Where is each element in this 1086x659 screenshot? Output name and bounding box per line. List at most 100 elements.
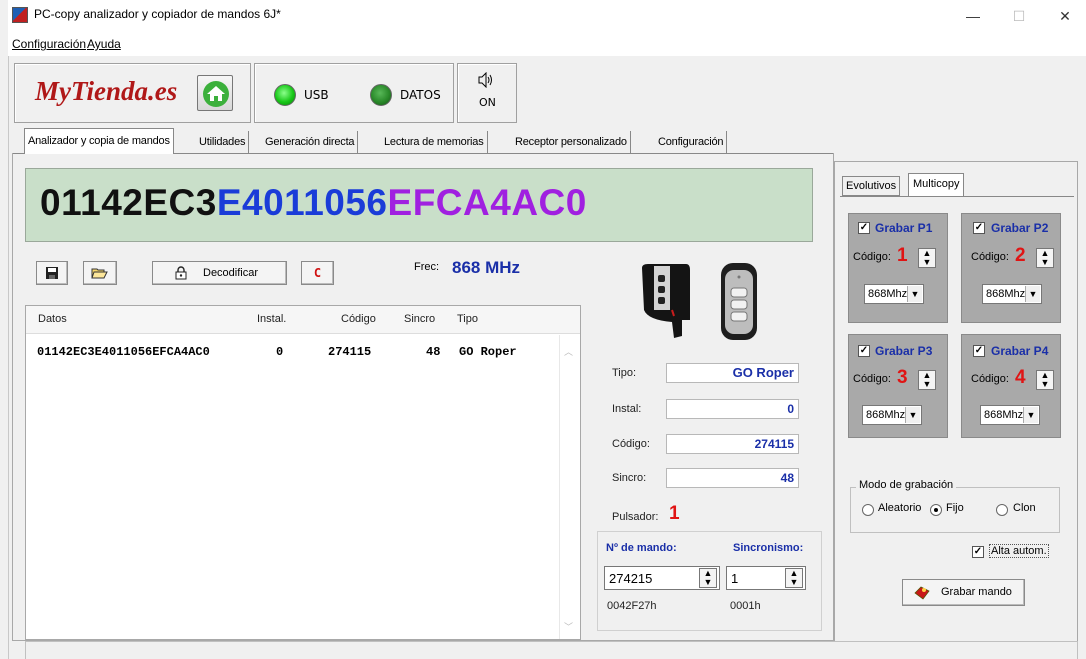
sincronismo-spinner-icon[interactable]: ▲ ▼ xyxy=(785,568,803,588)
sincronismo-input[interactable]: 1 ▲ ▼ xyxy=(726,566,806,590)
tab-analizador[interactable]: Analizador y copia de mandos xyxy=(24,128,174,154)
cell-codigo: 274115 xyxy=(328,345,372,359)
minimize-button[interactable]: — xyxy=(950,0,996,32)
clon-label: Clon xyxy=(1013,502,1036,514)
freq-p2-select[interactable]: 868Mhz ▼ xyxy=(982,284,1042,304)
radio-aleatorio[interactable] xyxy=(862,504,874,516)
lock-icon xyxy=(175,266,187,283)
speaker-icon xyxy=(477,71,495,91)
home-button[interactable] xyxy=(197,75,233,111)
code-display: 01142EC3E4011056EFCA4AC0 xyxy=(25,168,813,242)
col-header-tipo[interactable]: Tipo xyxy=(457,313,478,325)
close-button[interactable]: ✕ xyxy=(1042,0,1086,32)
col-header-instal[interactable]: Instal. xyxy=(257,313,286,325)
codigo-p1-label: Código: xyxy=(853,251,891,263)
freq-value: 868 MHz xyxy=(452,258,521,277)
codigo-p2-label: Código: xyxy=(971,251,1009,263)
menu-configuracion[interactable]: Configuración xyxy=(12,37,86,51)
menu-ayuda[interactable]: Ayuda xyxy=(87,37,121,51)
chevron-down-icon: ▼ xyxy=(907,286,922,302)
cell-sincro: 48 xyxy=(426,345,441,359)
record-icon xyxy=(913,585,931,604)
grabar-p2-checkbox[interactable]: ✓ xyxy=(973,222,985,234)
clear-button[interactable]: C xyxy=(301,261,334,285)
folder-open-icon xyxy=(91,268,108,279)
modo-title: Modo de grabación xyxy=(856,479,957,491)
codigo-p1-spinner-icon[interactable]: ▲ ▼ xyxy=(918,248,936,268)
decodificar-label: Decodificar xyxy=(203,267,259,279)
col-header-datos[interactable]: Datos xyxy=(38,313,67,325)
remote-image-grey xyxy=(719,262,759,345)
chevron-down-icon: ▼ xyxy=(1025,286,1040,302)
datos-label: DATOS xyxy=(400,88,441,102)
window-title: PC-copy analizador y copiador de mandos … xyxy=(34,7,281,21)
sincronismo-label: Sincronismo: xyxy=(733,542,804,554)
num-mando-input[interactable]: 274215 ▲ ▼ xyxy=(604,566,720,590)
cell-datos: 01142EC3E4011056EFCA4AC0 xyxy=(37,345,210,359)
grabar-p4-checkbox[interactable]: ✓ xyxy=(973,345,985,357)
codigo-p3-spinner-icon[interactable]: ▲ ▼ xyxy=(918,370,936,390)
decodificar-button[interactable]: Decodificar xyxy=(152,261,287,285)
codigo-p1-value: 1 xyxy=(897,245,908,266)
grabar-p1-checkbox[interactable]: ✓ xyxy=(858,222,870,234)
pulsador-value: 1 xyxy=(669,503,680,524)
tab-evolutivos[interactable]: Evolutivos xyxy=(842,176,901,196)
app-icon xyxy=(12,7,28,23)
alta-autom-checkbox[interactable]: ✓ xyxy=(972,546,984,558)
codigo-field: 274115 xyxy=(666,434,799,454)
status-bar xyxy=(25,641,1078,659)
tab-configuracion[interactable]: Configuración xyxy=(655,131,728,153)
grabar-p1-label: Grabar P1 xyxy=(875,221,933,235)
pulsador-label: Pulsador: xyxy=(612,511,659,523)
freq-label: Frec: xyxy=(414,261,440,273)
grabar-p3-label: Grabar P3 xyxy=(875,344,933,358)
tab-lectura-memorias[interactable]: Lectura de memorias xyxy=(381,131,488,153)
tab-receptor-personalizado[interactable]: Receptor personalizado xyxy=(512,131,631,153)
freq-p4-select[interactable]: 868Mhz ▼ xyxy=(980,405,1040,425)
list-header xyxy=(26,306,580,334)
chevron-down-icon: ▼ xyxy=(905,407,920,423)
num-mando-hex: 0042F27h xyxy=(607,600,657,612)
radio-clon[interactable] xyxy=(996,504,1008,516)
radio-fijo[interactable] xyxy=(930,504,942,516)
maximize-button[interactable]: ☐ xyxy=(996,0,1042,32)
tab-utilidades[interactable]: Utilidades xyxy=(196,131,250,153)
open-button[interactable] xyxy=(83,261,117,285)
home-icon xyxy=(203,81,229,107)
logo-text: MyTienda.es xyxy=(35,76,178,106)
tab-generacion-directa[interactable]: Generación directa xyxy=(262,131,359,153)
freq-p3-select[interactable]: 868Mhz ▼ xyxy=(862,405,922,425)
grabar-p4-label: Grabar P4 xyxy=(991,344,1049,358)
codigo-p2-spinner-icon[interactable]: ▲ ▼ xyxy=(1036,248,1054,268)
sound-label: ON xyxy=(479,96,496,109)
tab-multicopy[interactable]: Multicopy xyxy=(908,173,965,196)
tipo-label: Tipo: xyxy=(612,367,637,379)
num-mando-spinner-icon[interactable]: ▲ ▼ xyxy=(699,568,717,588)
grabar-p3-checkbox[interactable]: ✓ xyxy=(858,345,870,357)
codigo-p2-value: 2 xyxy=(1015,245,1026,266)
cell-instal: 0 xyxy=(276,345,284,359)
list-scrollbar[interactable] xyxy=(559,335,579,639)
num-mando-label: Nº de mando: xyxy=(606,542,677,554)
scroll-down-icon[interactable]: ﹀ xyxy=(564,620,573,633)
codigo-p3-value: 3 xyxy=(897,367,908,388)
col-header-sincro[interactable]: Sincro xyxy=(404,313,435,325)
grabar-mando-button[interactable]: Grabar mando xyxy=(902,579,1025,606)
instal-field: 0 xyxy=(666,399,799,419)
chevron-down-icon: ▼ xyxy=(1023,407,1038,423)
grabar-mando-label: Grabar mando xyxy=(941,586,1012,598)
save-button[interactable] xyxy=(36,261,68,285)
menu-bar xyxy=(8,34,1086,56)
codigo-p4-value: 4 xyxy=(1015,367,1026,388)
scroll-up-icon[interactable]: ︿ xyxy=(564,345,573,358)
sincro-label: Sincro: xyxy=(612,472,647,484)
save-icon xyxy=(46,267,58,279)
remote-image-black xyxy=(634,262,694,343)
freq-p1-select[interactable]: 868Mhz ▼ xyxy=(864,284,924,304)
code-part-3: EFCA4AC0 xyxy=(387,182,587,223)
alta-autom-label: Alta autom. xyxy=(989,544,1049,558)
codigo-p4-spinner-icon[interactable]: ▲ ▼ xyxy=(1036,370,1054,390)
tipo-field: GO Roper xyxy=(666,363,799,383)
fijo-label: Fijo xyxy=(946,502,964,514)
col-header-codigo[interactable]: Código xyxy=(341,313,376,325)
